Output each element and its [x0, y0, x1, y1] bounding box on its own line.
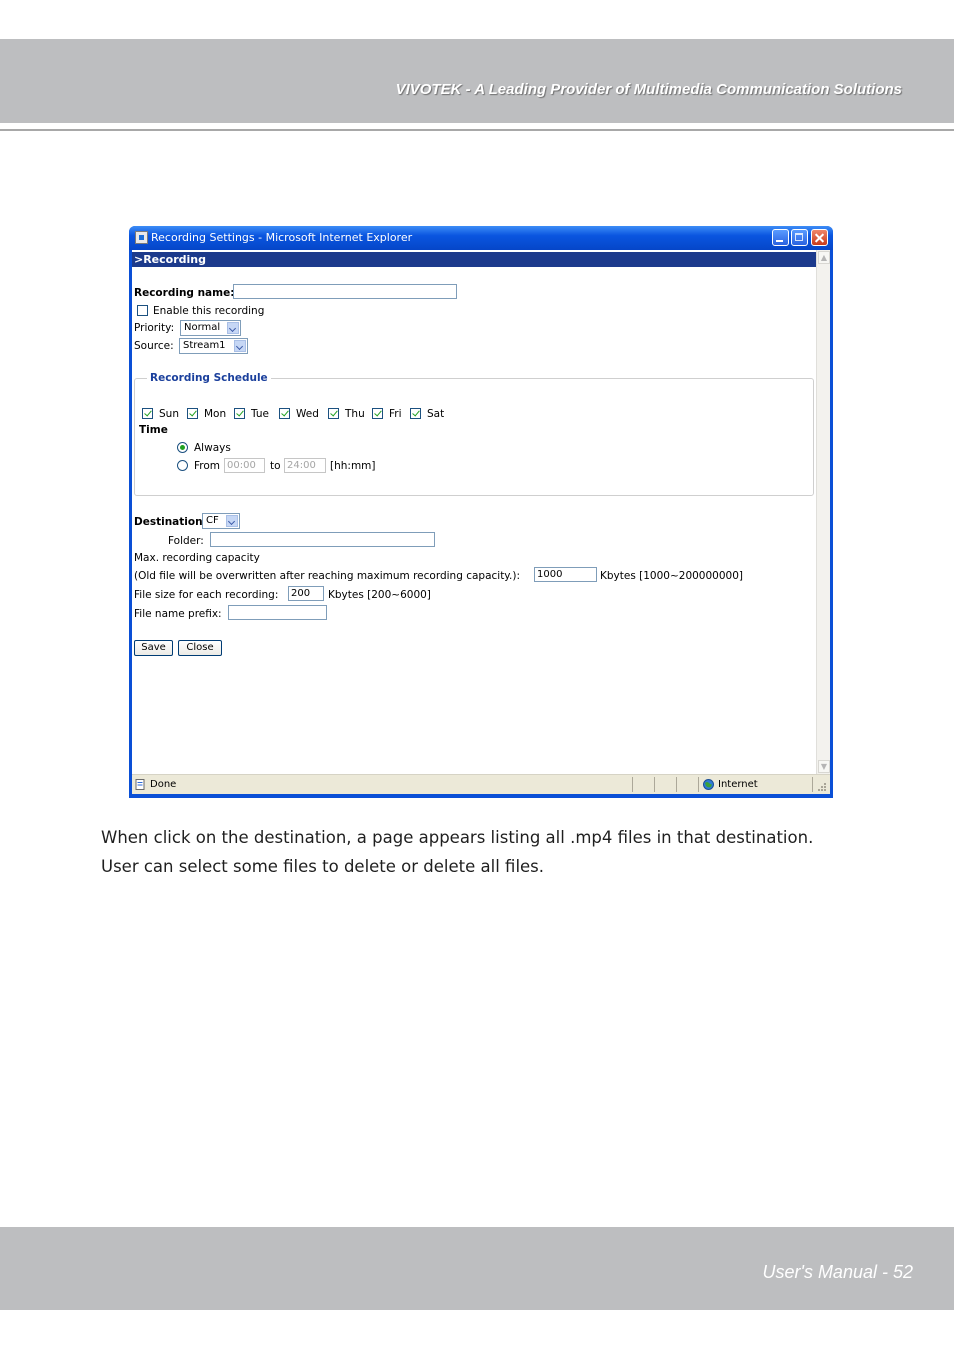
- page-number: User's Manual - 52: [762, 1262, 914, 1282]
- body-paragraph-line-1: When click on the destination, a page ap…: [101, 828, 814, 847]
- zone-text: Internet: [718, 779, 758, 790]
- ie-page-icon: [135, 231, 148, 244]
- priority-label: Priority:: [134, 322, 175, 334]
- day-label-sun: Sun: [159, 408, 179, 420]
- resize-grip-icon[interactable]: [817, 782, 827, 792]
- chevron-down-icon: [226, 515, 238, 527]
- source-select[interactable]: Stream1: [179, 338, 248, 354]
- day-checkbox-mon[interactable]: [187, 408, 198, 419]
- from-time-input[interactable]: 00:00: [224, 458, 265, 473]
- day-label-mon: Mon: [204, 408, 227, 420]
- recording-name-label: Recording name:: [134, 287, 235, 299]
- day-checkbox-wed[interactable]: [279, 408, 290, 419]
- file-size-input[interactable]: 200: [288, 586, 324, 601]
- day-label-fri: Fri: [389, 408, 402, 420]
- scroll-down-icon[interactable]: ▼: [818, 760, 830, 773]
- page-done-icon: [135, 779, 145, 790]
- destination-value: CF: [206, 515, 219, 526]
- footer-band: User's Manual - 52: [0, 1227, 954, 1310]
- priority-select[interactable]: Normal: [180, 320, 241, 336]
- close-button[interactable]: Close: [178, 640, 222, 656]
- always-radio[interactable]: [177, 442, 188, 453]
- priority-value: Normal: [184, 322, 221, 333]
- schedule-legend: Recording Schedule: [147, 372, 271, 384]
- header-band: VIVOTEK - A Leading Provider of Multimed…: [0, 39, 954, 123]
- destination-label: Destination: [134, 516, 203, 528]
- body-paragraph-line-2: User can select some files to delete or …: [101, 857, 545, 876]
- page-content: >Recording Recording name: Enable this r…: [132, 250, 830, 774]
- header-rule: [0, 129, 954, 131]
- source-value: Stream1: [183, 340, 226, 351]
- day-label-wed: Wed: [296, 408, 319, 420]
- recording-schedule-group: Recording Schedule Sun Mon Tue Wed Thu F…: [134, 372, 814, 496]
- time-format-hint: [hh:mm]: [330, 460, 376, 472]
- enable-recording-checkbox[interactable]: [137, 305, 148, 316]
- section-title: >Recording: [132, 252, 816, 267]
- file-size-unit: Kbytes [200~6000]: [328, 589, 431, 601]
- chevron-down-icon: [227, 322, 239, 334]
- status-text: Done: [150, 779, 177, 790]
- save-button[interactable]: Save: [134, 640, 173, 656]
- file-size-label: File size for each recording:: [134, 589, 279, 601]
- ie-window: Recording Settings - Microsoft Internet …: [129, 226, 833, 798]
- header-tagline: VIVOTEK - A Leading Provider of Multimed…: [395, 81, 902, 98]
- recording-name-input[interactable]: [233, 284, 457, 299]
- scroll-up-icon[interactable]: ▲: [818, 251, 830, 264]
- day-label-sat: Sat: [427, 408, 445, 420]
- status-bar: Done Internet: [132, 774, 830, 794]
- from-radio[interactable]: [177, 460, 188, 471]
- source-label: Source:: [134, 340, 174, 352]
- vertical-scrollbar[interactable]: ▲ ▼: [816, 250, 830, 774]
- to-time-input[interactable]: 24:00: [284, 458, 326, 473]
- folder-input[interactable]: [210, 532, 435, 547]
- day-label-thu: Thu: [345, 408, 365, 420]
- capacity-unit: Kbytes [1000~200000000]: [600, 570, 743, 582]
- from-label: From: [194, 460, 221, 472]
- maximize-button[interactable]: [791, 229, 808, 246]
- to-label: to: [270, 460, 281, 472]
- time-label: Time: [139, 424, 168, 436]
- day-label-tue: Tue: [251, 408, 269, 420]
- day-checkbox-sun[interactable]: [142, 408, 153, 419]
- window-title: Recording Settings - Microsoft Internet …: [151, 231, 413, 244]
- prefix-input[interactable]: [228, 605, 327, 620]
- prefix-label: File name prefix:: [134, 608, 222, 620]
- day-checkbox-fri[interactable]: [372, 408, 383, 419]
- capacity-input[interactable]: 1000: [534, 567, 597, 582]
- overwrite-label: (Old file will be overwritten after reac…: [134, 570, 520, 582]
- destination-select[interactable]: CF: [202, 513, 240, 529]
- globe-icon: [703, 779, 714, 790]
- enable-recording-label: Enable this recording: [153, 305, 265, 317]
- close-window-button[interactable]: [811, 229, 828, 246]
- day-checkbox-sat[interactable]: [410, 408, 421, 419]
- day-checkbox-tue[interactable]: [234, 408, 245, 419]
- max-capacity-label: Max. recording capacity: [134, 552, 260, 564]
- folder-label: Folder:: [168, 535, 204, 547]
- minimize-button[interactable]: [772, 229, 789, 246]
- title-bar[interactable]: Recording Settings - Microsoft Internet …: [129, 226, 833, 250]
- day-checkbox-thu[interactable]: [328, 408, 339, 419]
- always-label: Always: [194, 442, 231, 454]
- chevron-down-icon: [234, 340, 246, 352]
